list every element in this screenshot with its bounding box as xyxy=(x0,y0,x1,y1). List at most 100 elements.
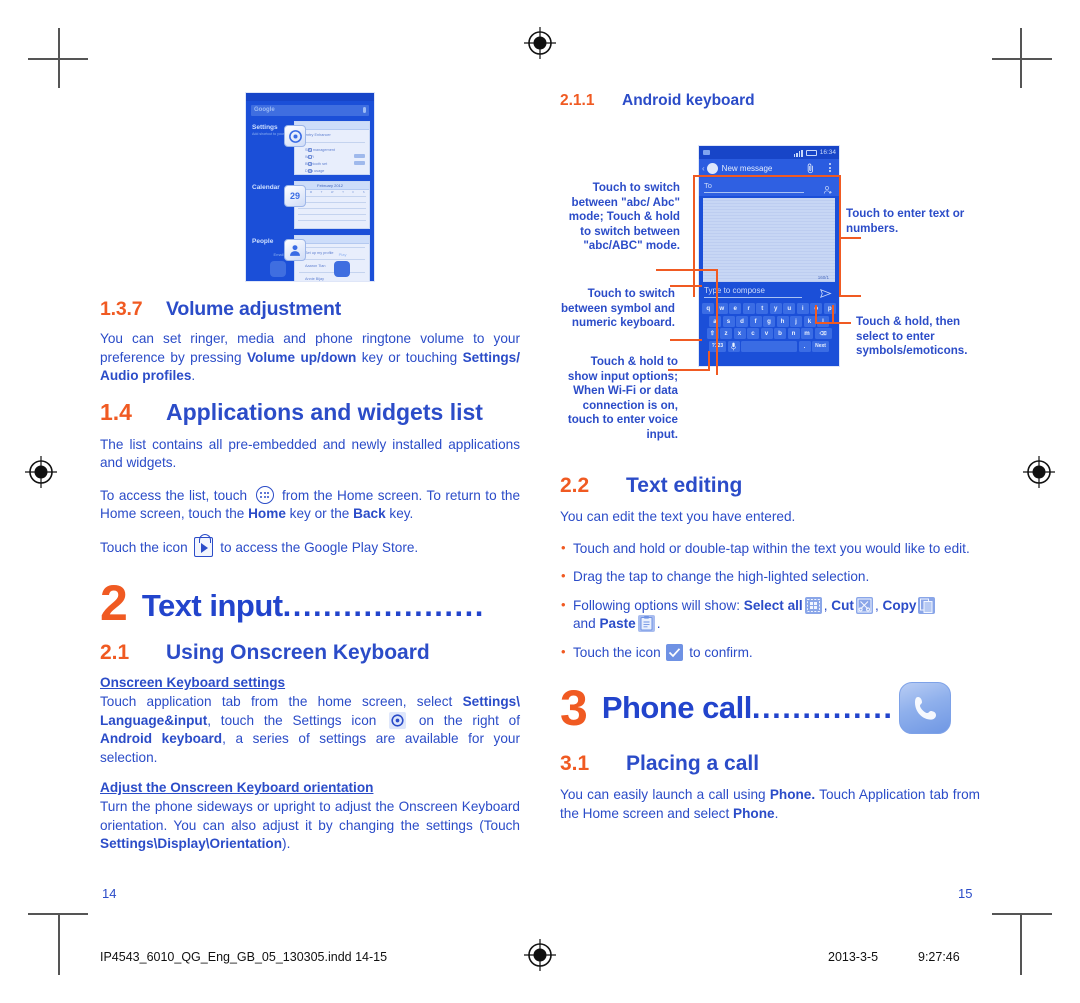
text-run: , touch the Settings icon xyxy=(207,712,387,728)
shot-google-search-bar: Google xyxy=(251,105,369,116)
text-run: on the right of xyxy=(409,712,520,728)
text-editing-bullet-list: Touch and hold or double-tap within the … xyxy=(560,539,980,663)
list-item: Following options will show: Select all,… xyxy=(560,596,980,634)
overflow-menu-icon[interactable] xyxy=(829,163,831,174)
leader-line-left-top-v xyxy=(716,269,718,375)
shot-search-placeholder: Google xyxy=(254,107,275,113)
key[interactable]: s xyxy=(722,315,735,327)
shot-mic-icon xyxy=(363,107,366,113)
key[interactable]: j xyxy=(790,315,802,327)
leader-line-right-top-h2 xyxy=(839,295,861,297)
chapter-heading-2: 2 Text input.................... xyxy=(100,575,520,631)
voice-input-key[interactable] xyxy=(727,340,740,352)
wifi-icon xyxy=(703,150,710,155)
text-run-bold: Paste xyxy=(599,616,636,631)
shot-settings-item: Wi-Fi xyxy=(305,154,369,159)
people-avatar-badge-icon xyxy=(284,239,306,261)
leader-line-symnum-h xyxy=(670,339,702,341)
text-run: . xyxy=(191,368,196,383)
status-time: 16:34 xyxy=(819,149,836,156)
shot-dock-icon xyxy=(334,261,350,277)
gear-icon xyxy=(389,711,407,729)
cut-icon xyxy=(855,596,873,614)
leader-line-right-top-arrow xyxy=(839,237,861,239)
paragraph-text-editing-intro: You can edit the text you have entered. xyxy=(560,509,796,524)
phone-mockup-new-message: 16:34 ‹ New message To 160/1 Type to com… xyxy=(698,145,840,367)
select-all-icon xyxy=(804,596,822,614)
key[interactable]: h xyxy=(776,315,789,327)
key[interactable]: x xyxy=(733,328,746,339)
footer-date: 2013-3-5 xyxy=(828,950,879,964)
paragraph-placing-a-call: You can easily launch a call using Phone… xyxy=(560,786,980,823)
paste-icon xyxy=(637,615,655,632)
onscreen-keyboard[interactable]: q w e r t y u i o p a s d xyxy=(699,301,839,366)
heading-title: Volume adjustment xyxy=(166,298,342,320)
next-key[interactable]: Next xyxy=(812,340,829,352)
shot-row-calendar: Calendar February 2012 SMTWTFS 29 xyxy=(250,181,370,229)
registration-mark-bottom xyxy=(523,938,557,972)
leader-line-voice-v xyxy=(708,351,710,371)
shot-card-header xyxy=(295,122,369,130)
callout-symbol-numeric: Touch to switch between symbol and numer… xyxy=(560,287,675,330)
heading-number: 2.2 xyxy=(560,474,590,497)
shot-calendar-title: February 2012 xyxy=(317,183,344,188)
key[interactable]: q xyxy=(702,303,715,314)
footer-time: 9:27:46 xyxy=(918,950,960,964)
key[interactable]: b xyxy=(774,328,786,339)
send-icon[interactable] xyxy=(820,286,832,304)
key[interactable]: v xyxy=(760,328,773,339)
phone-recipient-field[interactable]: To xyxy=(699,178,839,196)
heading-number: 3.1 xyxy=(560,752,590,775)
shot-settings-item: Bluetooth set xyxy=(305,161,369,166)
key[interactable]: y xyxy=(769,303,782,314)
heading-2-1-1: 2.1.1 Android keyboard xyxy=(560,92,980,110)
phone-compose-field[interactable]: Type to compose xyxy=(699,282,839,301)
all-apps-icon xyxy=(255,485,274,504)
key[interactable]: m xyxy=(801,328,813,339)
period-key[interactable]: . xyxy=(798,340,811,352)
key[interactable]: n xyxy=(787,328,800,339)
key[interactable]: c xyxy=(747,328,759,339)
shot-divider xyxy=(299,142,365,143)
space-key[interactable] xyxy=(741,340,797,352)
chapter-title: Text input.................... xyxy=(142,589,485,623)
key[interactable]: a xyxy=(709,315,721,327)
text-run: Touch the icon xyxy=(100,539,192,555)
key[interactable]: e xyxy=(729,303,742,314)
key[interactable]: k xyxy=(803,315,816,327)
crop-mark-bl-v xyxy=(58,915,60,975)
shot-row-label: People xyxy=(252,238,274,245)
attach-icon[interactable] xyxy=(806,163,815,174)
key[interactable]: l xyxy=(817,315,829,327)
text-run-bold: Copy xyxy=(882,597,917,613)
text-run-bold: Phone. xyxy=(769,787,816,802)
phone-message-body[interactable]: 160/1 xyxy=(703,198,835,282)
back-chevron-icon[interactable]: ‹ xyxy=(702,164,705,173)
shot-card-header xyxy=(295,236,369,244)
chapter-number: 2 xyxy=(100,575,128,631)
key[interactable]: t xyxy=(756,303,769,314)
key[interactable]: r xyxy=(742,303,755,314)
text-run-bold: Settings\Display\Orientation xyxy=(100,836,283,851)
page-number-left: 14 xyxy=(102,886,117,901)
compose-placeholder: Type to compose xyxy=(704,286,802,298)
key[interactable]: d xyxy=(736,315,748,327)
android-keyboard-diagram: 16:34 ‹ New message To 160/1 Type to com… xyxy=(560,117,980,462)
heading-title: Text editing xyxy=(626,474,743,497)
key[interactable]: p xyxy=(823,303,836,314)
key[interactable]: f xyxy=(749,315,762,327)
key[interactable]: u xyxy=(783,303,796,314)
manual-page-spread: Google Settings Add shortcut to your pho… xyxy=(0,0,1080,1003)
add-contact-icon[interactable] xyxy=(823,182,833,194)
delete-key[interactable]: ⌫ xyxy=(814,328,832,339)
key[interactable]: z xyxy=(720,328,732,339)
callout-voice-input: Touch & hold to show input options; When… xyxy=(567,355,678,441)
key[interactable]: g xyxy=(763,315,775,327)
key[interactable]: i xyxy=(796,303,809,314)
shot-toggle xyxy=(354,154,365,158)
leader-line-right-top-h1 xyxy=(693,175,841,177)
shot-row-label: Calendar xyxy=(252,184,280,191)
text-run: Touch the icon xyxy=(573,644,665,660)
heading-title: Applications and widgets list xyxy=(166,398,483,425)
paragraph-volume-adjustment: You can set ringer, media and phone ring… xyxy=(100,330,520,386)
